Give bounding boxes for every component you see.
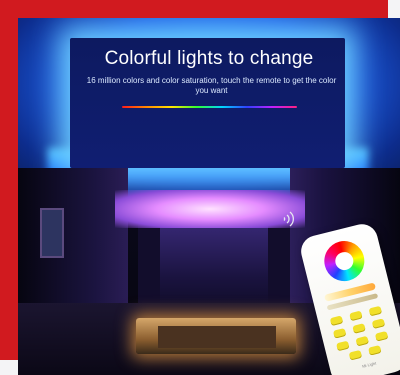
color-wheel-icon bbox=[320, 236, 369, 286]
product-photo: Colorful lights to change 16 million col… bbox=[18, 18, 400, 375]
remote-button bbox=[349, 310, 363, 322]
remote-button bbox=[374, 330, 389, 342]
remote-button bbox=[371, 318, 386, 329]
color-wheel-center bbox=[333, 250, 356, 272]
remote-button bbox=[336, 340, 350, 352]
remote-button bbox=[368, 305, 383, 317]
remote-button bbox=[332, 328, 347, 339]
rainbow-divider bbox=[122, 106, 297, 108]
remote-button bbox=[348, 349, 363, 361]
remote-button bbox=[352, 323, 366, 334]
wireless-signal-icon bbox=[283, 211, 294, 227]
banner-title: Colorful lights to change bbox=[104, 48, 314, 69]
remote-button bbox=[355, 335, 370, 347]
remote-button bbox=[368, 345, 382, 356]
remote-button bbox=[329, 315, 344, 327]
floor-mat bbox=[158, 326, 276, 348]
wall-picture bbox=[40, 208, 64, 258]
banner-subtitle: 16 million colors and color saturation, … bbox=[86, 76, 337, 95]
